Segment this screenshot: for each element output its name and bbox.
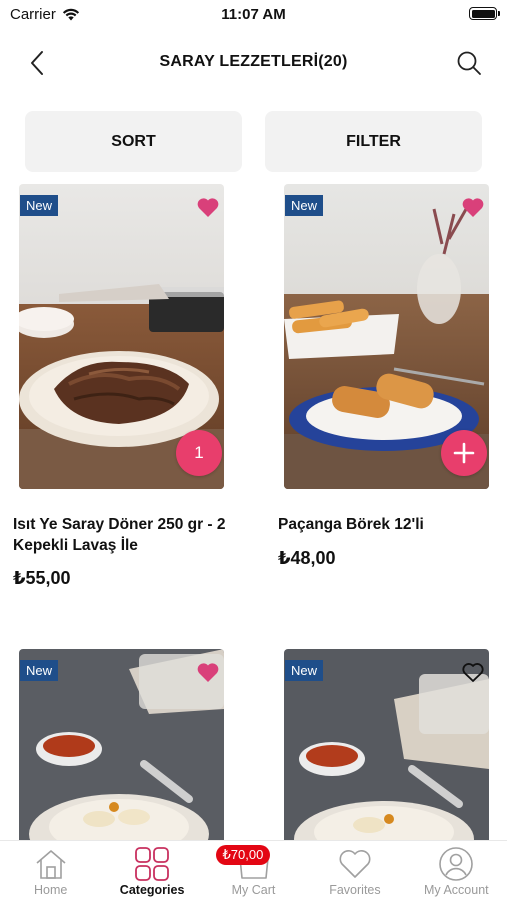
heart-outline-icon[interactable] (461, 661, 485, 683)
tab-home[interactable]: Home (0, 841, 101, 900)
tab-label: My Account (424, 883, 489, 897)
heart-icon[interactable] (461, 196, 485, 218)
nav-header: SARAY LEZZETLERİ(20) (0, 40, 507, 86)
heart-icon[interactable] (196, 196, 220, 218)
new-badge: New (285, 660, 324, 681)
tab-label: Categories (119, 883, 185, 897)
tab-favorites[interactable]: Favorites (304, 841, 405, 900)
heart-icon (339, 850, 371, 878)
tab-my-account[interactable]: My Account (406, 841, 507, 900)
search-icon (457, 51, 481, 75)
sort-filter-bar: SORT FILTER (25, 111, 482, 172)
new-badge: New (20, 195, 59, 216)
product-name[interactable]: Paçanga Börek 12'li (278, 514, 498, 535)
status-time: 11:07 AM (221, 6, 286, 23)
product-card[interactable]: New (19, 649, 224, 844)
plus-icon (453, 442, 475, 464)
sort-button[interactable]: SORT (25, 111, 242, 172)
categories-grid-icon (135, 847, 170, 881)
product-card[interactable]: New (284, 649, 489, 844)
new-badge: New (20, 660, 59, 681)
cart-quantity-button[interactable]: 1 (176, 430, 222, 476)
tab-label: Home (34, 883, 68, 897)
new-badge: New (285, 195, 324, 216)
product-name[interactable]: Isıt Ye Saray Döner 250 gr - 2 Kepekli L… (13, 514, 233, 556)
tab-categories[interactable]: Categories (101, 841, 202, 900)
cart-total-badge: ₺70,00 (215, 845, 271, 865)
add-to-cart-button[interactable] (441, 430, 487, 476)
account-icon (439, 847, 474, 881)
tab-bar: Home Categories My Cart ₺70,00 Favorites… (0, 840, 507, 900)
page-title: SARAY LEZZETLERİ(20) (159, 53, 348, 70)
product-card[interactable]: New 1 Isıt Ye Saray Döner 250 gr - 2 Kep… (13, 184, 226, 604)
product-price: ₺55,00 (13, 568, 71, 588)
tab-label: Favorites (329, 883, 381, 897)
search-button[interactable] (453, 47, 485, 79)
filter-button[interactable]: FILTER (265, 111, 482, 172)
heart-icon[interactable] (196, 661, 220, 683)
status-bar: Carrier 11:07 AM (0, 0, 507, 28)
product-price: ₺48,00 (278, 548, 336, 568)
tab-label: My Cart (231, 883, 276, 897)
home-icon (36, 850, 66, 879)
product-card[interactable]: New Paçanga Börek 12'li ₺48,00 (278, 184, 489, 604)
battery-icon (469, 7, 500, 20)
tab-my-cart[interactable]: My Cart ₺70,00 (203, 841, 304, 900)
